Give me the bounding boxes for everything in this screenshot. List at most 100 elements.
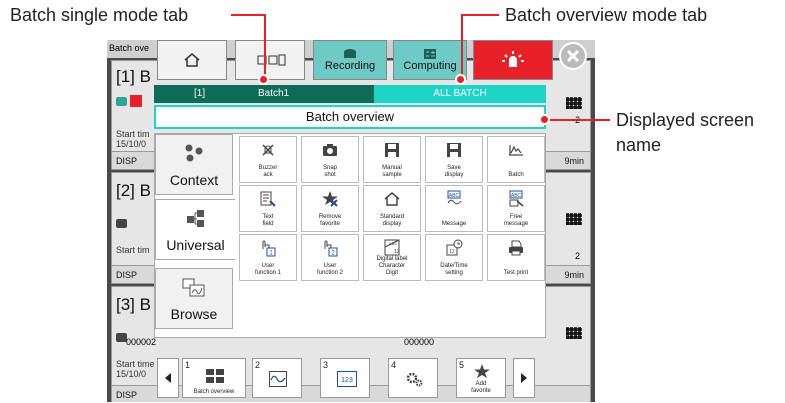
close-button[interactable]: [559, 42, 587, 70]
svg-text:123: 123: [341, 377, 353, 384]
browse-icon: [182, 278, 205, 297]
arrow-left-icon: [165, 373, 171, 383]
function-label: Character: [378, 263, 406, 269]
function-label: Digital label: [376, 256, 408, 262]
function-label: Standard: [379, 214, 405, 220]
svg-text:ABC: ABC: [449, 193, 460, 199]
svg-text:ABC: ABC: [511, 193, 522, 199]
function-label: Save: [447, 165, 461, 171]
clock-icon: 12: [446, 239, 463, 256]
function-label: Batch: [508, 172, 524, 178]
alarm-button[interactable]: [473, 40, 553, 80]
home-icon: [184, 53, 200, 67]
home-button[interactable]: [157, 40, 227, 80]
alarm-lamp-icon: [502, 51, 524, 67]
arrow-right-icon: [521, 373, 527, 383]
favorite-num: 2: [255, 360, 261, 370]
function-printer[interactable]: Test print: [487, 234, 545, 281]
function-label: display: [382, 221, 402, 227]
display-icons: [257, 54, 286, 66]
trend-icon: [269, 371, 287, 387]
function-home[interactable]: Standard display: [363, 185, 421, 232]
function-user-fn1[interactable]: 1 User function 1: [239, 234, 297, 281]
function-label: Message: [441, 221, 467, 227]
display-select-button[interactable]: [235, 40, 305, 80]
panel-start-time: Start tim: [116, 245, 150, 255]
function-label: message: [503, 221, 529, 227]
disp-label: DISP: [116, 390, 138, 400]
disp-label: DISP: [116, 156, 138, 166]
function-label: Text: [262, 214, 274, 220]
function-label: function 2: [316, 270, 344, 276]
add-favorite-star-icon: [474, 364, 490, 378]
tab-batch-overview[interactable]: ALL BATCH: [374, 85, 546, 103]
category-label: Context: [169, 172, 219, 188]
panel-date: 15/10/0: [116, 139, 147, 149]
close-icon: [566, 49, 580, 63]
user-fn1-icon: 1: [262, 240, 276, 257]
computing-button[interactable]: Computing: [393, 40, 467, 80]
function-buzzer-ack[interactable]: Buzzer ack: [239, 136, 297, 183]
favorite-3[interactable]: 3 123: [320, 358, 370, 398]
function-user-fn2[interactable]: 2 User function 2: [301, 234, 359, 281]
function-text-field[interactable]: Text field: [239, 185, 297, 232]
function-remove-favorite[interactable]: Remove favorite: [301, 185, 359, 232]
category-context[interactable]: Context: [155, 134, 233, 195]
function-floppy[interactable]: Save display: [425, 136, 483, 183]
function-label: User: [323, 263, 337, 269]
batch-overview-icon: [206, 369, 224, 383]
callout-displayed-screen-name-2: name: [616, 135, 662, 155]
tab-batch-name: Batch1: [258, 88, 290, 99]
function-batch-trend[interactable]: Batch: [487, 136, 545, 183]
leader-dot: [539, 114, 550, 125]
favorite-label: Batch overview: [193, 389, 235, 395]
tab-batch-single[interactable]: [1] Batch1: [154, 85, 374, 103]
free-message-icon: ABC: [509, 190, 524, 207]
function-label: favorite: [320, 221, 340, 227]
function-floppy[interactable]: Manual sample: [363, 136, 421, 183]
computing-label: Computing: [403, 60, 457, 72]
category-universal[interactable]: Universal: [155, 199, 235, 260]
favorite-1[interactable]: 1 Batch overview: [182, 358, 246, 398]
home-icon: [384, 192, 400, 206]
svg-text:ABC: ABC: [389, 241, 397, 246]
callout-displayed-screen-name: Displayed screen: [616, 110, 755, 130]
function-label: Remove: [318, 214, 342, 220]
recording-button[interactable]: Recording: [313, 40, 387, 80]
favorites-prev-button[interactable]: [157, 358, 179, 398]
function-digital-label[interactable]: ABC 12 Digital label Character Digit: [363, 234, 421, 281]
panel-title: [3] B: [116, 295, 151, 314]
function-label: ack: [263, 172, 273, 178]
function-message[interactable]: ABC Message: [425, 185, 483, 232]
callout-batch-single-tab: Batch single mode tab: [10, 5, 189, 25]
camera-icon: [323, 144, 337, 156]
favorite-2[interactable]: 2: [252, 358, 302, 398]
panel-title: [1] B: [116, 67, 151, 86]
function-label: field: [262, 221, 274, 227]
function-label: setting: [445, 270, 463, 276]
floppy-icon: [385, 143, 399, 157]
panel-start-time: Start time :: [116, 359, 160, 369]
leader-line: [546, 119, 610, 121]
printer-icon: [509, 240, 523, 256]
function-label: Digit: [385, 270, 398, 276]
remove-favorite-icon: [322, 191, 338, 207]
favorite-4[interactable]: 4: [388, 358, 438, 398]
panel-id: 000002: [126, 337, 157, 347]
function-clock[interactable]: 12 Date/Time setting: [425, 234, 483, 281]
category-browse[interactable]: Browse: [155, 268, 233, 329]
function-label: Buzzer: [258, 165, 278, 171]
figure-root: Batch ove [1] B Start tim 15/10/0 2 DISP…: [0, 0, 785, 403]
svg-text:12: 12: [394, 249, 400, 255]
universal-icon: [186, 210, 204, 227]
device-screen: Batch ove [1] B Start tim 15/10/0 2 DISP…: [107, 40, 595, 402]
gears-icon: [406, 372, 423, 387]
function-free-message[interactable]: ABC Free message: [487, 185, 545, 232]
function-camera[interactable]: Snap shot: [301, 136, 359, 183]
recording-label: Recording: [324, 60, 376, 72]
favorites-next-button[interactable]: [513, 358, 535, 398]
favorite-5[interactable]: 5 Add favorite: [456, 358, 506, 398]
panel-title: [2] B: [116, 181, 151, 200]
function-label: User: [261, 263, 275, 269]
function-label: Manual: [382, 165, 402, 171]
